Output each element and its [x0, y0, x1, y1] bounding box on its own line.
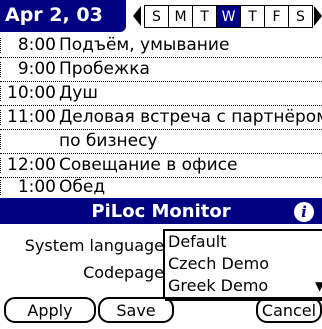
language-popup-list[interactable]: Default Czech Demo Greek Demo ▼: [163, 229, 322, 299]
weekday-wednesday-selected[interactable]: W: [216, 5, 241, 28]
next-week-arrow-icon[interactable]: [314, 6, 322, 26]
agenda-row[interactable]: 12:00 Совещание в офисе: [0, 154, 322, 178]
popup-option-default[interactable]: Default: [168, 232, 226, 251]
agenda-time: 1:00: [17, 177, 56, 197]
weekday-selector: S M T W T F S: [144, 5, 313, 28]
dialog-title-bar: PiLoc Monitor i: [0, 200, 322, 224]
cancel-button[interactable]: Cancel: [256, 297, 322, 323]
agenda-text: Деловая встреча с партнёром: [59, 107, 322, 127]
weekday-tuesday[interactable]: T: [192, 5, 217, 28]
weekday-thursday[interactable]: T: [240, 5, 265, 28]
weekday-monday[interactable]: M: [168, 5, 193, 28]
agenda-time: 11:00: [7, 107, 56, 127]
agenda-row[interactable]: 11:00 Деловая встреча с партнёром: [0, 106, 322, 130]
apply-button[interactable]: Apply: [4, 297, 96, 323]
popup-option-greek-demo[interactable]: Greek Demo: [168, 276, 268, 295]
popup-option-czech-demo[interactable]: Czech Demo: [168, 254, 269, 273]
dialog-title: PiLoc Monitor: [91, 201, 231, 222]
system-language-label: System language: [24, 236, 164, 255]
save-button[interactable]: Save: [98, 297, 174, 323]
agenda-row[interactable]: 9:00 Пробежка: [0, 58, 322, 82]
agenda-text: Душ: [59, 83, 98, 103]
agenda-time: 12:00: [7, 155, 56, 175]
agenda-time: 9:00: [17, 59, 56, 79]
agenda-row[interactable]: 8:00 Подъём, умывание: [0, 34, 322, 58]
agenda-row[interactable]: 1:00 Обед: [0, 176, 322, 200]
agenda-time: 8:00: [17, 35, 56, 55]
agenda-text: Обед: [59, 177, 106, 197]
date-tab[interactable]: Apr 2, 03: [0, 0, 126, 32]
agenda-row[interactable]: 10:00 Душ: [0, 82, 322, 106]
scroll-down-arrow-icon[interactable]: ▼: [315, 279, 322, 293]
codepage-label: Codepage: [83, 263, 164, 282]
previous-week-arrow-icon[interactable]: [133, 6, 141, 26]
weekday-sunday[interactable]: S: [144, 5, 169, 28]
agenda-text: по бизнесу: [59, 131, 158, 151]
agenda-text: Совещание в офисе: [59, 155, 238, 175]
agenda-text: Пробежка: [59, 59, 150, 79]
weekday-friday[interactable]: F: [264, 5, 289, 28]
agenda-text: Подъём, умывание: [59, 35, 230, 55]
agenda-row-continuation[interactable]: по бизнесу: [0, 130, 322, 154]
weekday-saturday[interactable]: S: [288, 5, 313, 28]
date-label: Apr 2, 03: [5, 4, 103, 26]
info-icon[interactable]: i: [294, 202, 314, 222]
agenda-time: 10:00: [7, 83, 56, 103]
